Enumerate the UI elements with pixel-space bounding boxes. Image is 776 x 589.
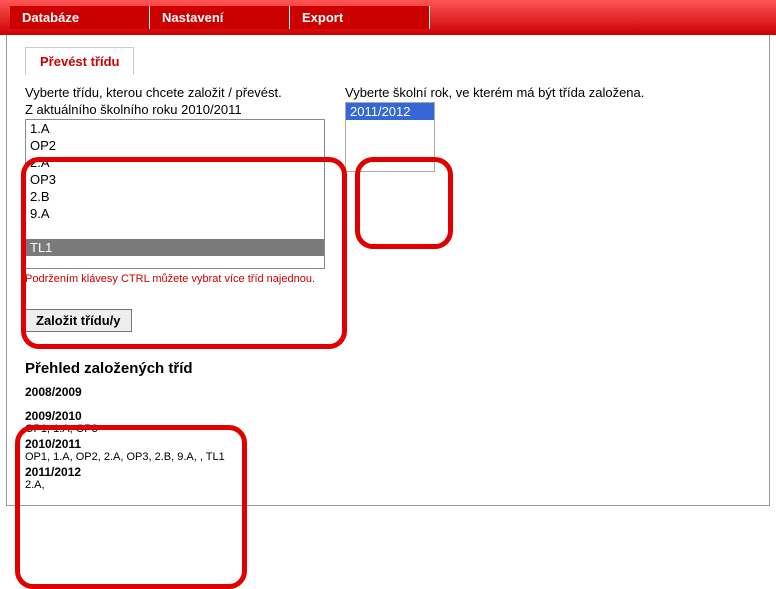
top-menu: Databáze Nastavení Export	[0, 0, 776, 35]
year-option[interactable]: 2011/2012	[346, 103, 434, 120]
class-listbox[interactable]: 1.AOP22.AOP32.B9.A TL1	[25, 119, 325, 269]
overview-classes: OP1, 1.A, OP3	[25, 423, 751, 435]
left-column: Vyberte třídu, kterou chcete založit / p…	[25, 85, 325, 285]
main-content: Převést třídu Vyberte třídu, kterou chce…	[6, 35, 770, 506]
tab-transfer-class[interactable]: Převést třídu	[25, 47, 134, 75]
create-class-button[interactable]: Založit třídu/y	[25, 309, 132, 332]
menu-settings[interactable]: Nastavení	[150, 6, 290, 29]
right-column: Vyberte školní rok, ve kterém má být tří…	[345, 85, 644, 285]
left-prompt: Vyberte třídu, kterou chcete založit / p…	[25, 85, 325, 100]
class-option[interactable]	[26, 222, 324, 239]
overview-title: Přehled založených tříd	[25, 360, 751, 377]
class-option[interactable]: OP2	[26, 137, 324, 154]
class-option[interactable]: 9.A	[26, 205, 324, 222]
overview-classes: OP1, 1.A, OP2, 2.A, OP3, 2.B, 9.A, , TL1	[25, 451, 751, 463]
overview-section: Přehled založených tříd 2008/2009 2009/20…	[25, 360, 751, 491]
overview-year: 2008/2009	[25, 385, 751, 399]
menu-database[interactable]: Databáze	[10, 6, 150, 29]
class-option[interactable]: OP3	[26, 171, 324, 188]
year-listbox[interactable]: 2011/2012	[345, 102, 435, 172]
ctrl-hint: Podržením klávesy CTRL můžete vybrat víc…	[25, 273, 325, 285]
overview-classes: 2.A,	[25, 479, 751, 491]
right-prompt: Vyberte školní rok, ve kterém má být tří…	[345, 85, 644, 100]
menu-export[interactable]: Export	[290, 6, 430, 29]
class-option[interactable]: 2.B	[26, 188, 324, 205]
class-option[interactable]: 1.A	[26, 120, 324, 137]
overview-year: 2010/2011	[25, 437, 751, 451]
overview-year: 2009/2010	[25, 409, 751, 423]
class-option[interactable]: 2.A	[26, 154, 324, 171]
class-option[interactable]: TL1	[26, 239, 324, 256]
left-subprompt: Z aktuálního školního roku 2010/2011	[25, 102, 325, 117]
overview-year: 2011/2012	[25, 465, 751, 479]
